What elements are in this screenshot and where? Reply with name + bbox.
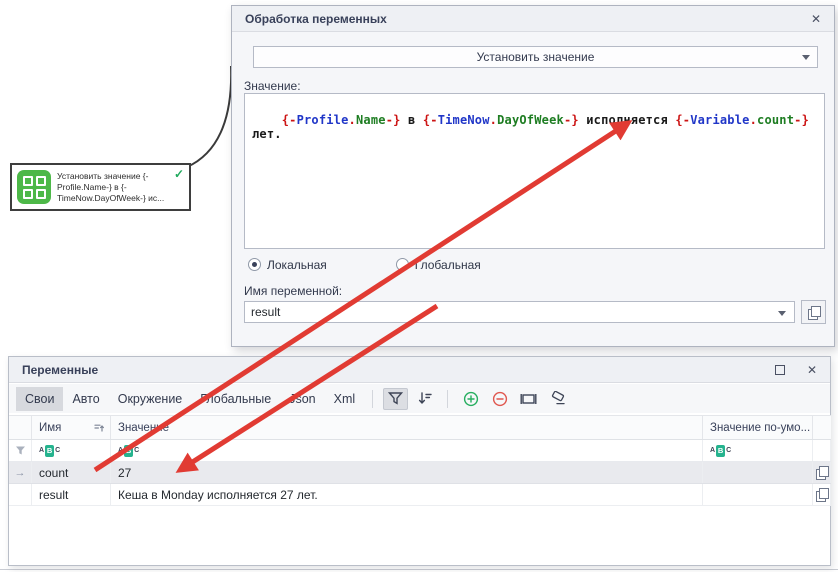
panel-titlebar: Переменные ✕ <box>9 357 830 383</box>
abc-filter-icon: АBС <box>118 445 139 457</box>
add-variable-button[interactable] <box>458 388 483 410</box>
dialog-titlebar: Обработка переменных ✕ <box>232 6 834 32</box>
table-header: Имя Значение Значение по-умо... <box>9 415 831 440</box>
maximize-icon[interactable] <box>775 365 785 375</box>
remove-icon <box>492 391 508 407</box>
dialog-title: Обработка переменных <box>245 12 387 26</box>
name-cell[interactable]: count <box>32 462 111 483</box>
expression-text: {-Profile.Name-} в {-TimeNow.DayOfWeek-}… <box>252 113 816 141</box>
filter-name-cell[interactable]: АBС <box>32 440 111 461</box>
copy-row-button[interactable] <box>813 484 831 505</box>
value-textarea[interactable]: {-Profile.Name-} в {-TimeNow.DayOfWeek-}… <box>244 93 825 249</box>
copy-row-button[interactable] <box>813 462 831 483</box>
variable-processing-dialog: Обработка переменных ✕ Установить значен… <box>231 5 835 347</box>
default-value-cell[interactable] <box>703 462 813 483</box>
window-bottom-edge <box>0 569 838 570</box>
remove-variable-button[interactable] <box>487 388 512 410</box>
filter-row: АBС АBС АBС <box>9 440 831 462</box>
dialog-close-icon[interactable]: ✕ <box>811 13 821 25</box>
name-cell[interactable]: result <box>32 484 111 505</box>
sort-ascending-icon <box>94 423 104 433</box>
action-type-value: Установить значение <box>477 50 595 64</box>
panel-close-icon[interactable]: ✕ <box>807 364 817 376</box>
tab-globalnye[interactable]: Глобальные <box>191 387 280 411</box>
filter-row-indicator <box>9 440 32 461</box>
copy-icon <box>816 466 828 479</box>
filter-button[interactable] <box>383 388 408 410</box>
filter-icon <box>388 391 403 406</box>
clear-filter-button[interactable] <box>545 388 570 410</box>
column-header-default[interactable]: Значение по-умо... <box>703 416 813 439</box>
tab-okruzhenie[interactable]: Окружение <box>109 387 192 411</box>
variable-name-combobox[interactable]: result <box>244 301 795 323</box>
eraser-icon <box>549 391 566 406</box>
value-label: Значение: <box>244 79 301 93</box>
tab-avto[interactable]: Авто <box>63 387 108 411</box>
variable-name-value: result <box>251 305 280 319</box>
separator <box>372 390 373 408</box>
variable-name-label: Имя переменной: <box>244 284 342 298</box>
chevron-down-icon <box>802 55 810 60</box>
separator <box>447 390 448 408</box>
tab-svoi[interactable]: Свои <box>16 387 63 411</box>
success-check-icon: ✓ <box>174 167 184 181</box>
column-header-value[interactable]: Значение <box>111 416 703 439</box>
variables-panel: Переменные ✕ Свои Авто Окружение Глобаль… <box>8 356 831 566</box>
sort-icon <box>417 391 433 406</box>
panel-title: Переменные <box>22 363 98 377</box>
tabs-toolbar: Свои Авто Окружение Глобальные Json Xml <box>9 384 830 413</box>
sort-button[interactable] <box>412 388 437 410</box>
copy-icon <box>808 306 820 319</box>
set-value-blocks-icon <box>17 170 51 204</box>
filter-icon <box>15 445 26 456</box>
abc-filter-icon: АBС <box>710 445 731 457</box>
value-cell[interactable]: 27 <box>111 462 703 483</box>
current-row-arrow-icon: → <box>15 467 26 479</box>
abc-filter-icon: АBС <box>39 445 60 457</box>
default-value-cell[interactable] <box>703 484 813 505</box>
select-columns-icon <box>520 392 537 406</box>
action-type-dropdown[interactable]: Установить значение <box>253 46 818 68</box>
column-header-name[interactable]: Имя <box>32 416 111 439</box>
table-row-result[interactable]: result Кеша в Monday исполняется 27 лет. <box>9 484 831 506</box>
scope-radio-group: Локальная Глобальная <box>248 257 481 272</box>
copy-variable-name-button[interactable] <box>801 300 826 324</box>
tab-json[interactable]: Json <box>280 387 324 411</box>
action-node[interactable]: Установить значение {-Profile.Name-} в {… <box>10 163 191 211</box>
copy-column-header <box>813 416 831 439</box>
filter-value-cell[interactable]: АBС <box>111 440 703 461</box>
tab-xml[interactable]: Xml <box>325 387 365 411</box>
copy-icon <box>816 488 828 501</box>
current-row-indicator: → <box>9 462 32 483</box>
global-radio[interactable] <box>396 258 409 271</box>
local-radio-label: Локальная <box>267 258 327 272</box>
filter-default-cell[interactable]: АBС <box>703 440 813 461</box>
table-row-count[interactable]: → count 27 <box>9 462 831 484</box>
add-icon <box>463 391 479 407</box>
value-cell[interactable]: Кеша в Monday исполняется 27 лет. <box>111 484 703 505</box>
local-radio[interactable] <box>248 258 261 271</box>
node-label: Установить значение {-Profile.Name-} в {… <box>57 171 175 204</box>
row-indicator-header <box>9 416 32 439</box>
chevron-down-icon <box>778 311 786 316</box>
select-columns-button[interactable] <box>516 388 541 410</box>
global-radio-label: Глобальная <box>415 258 481 272</box>
